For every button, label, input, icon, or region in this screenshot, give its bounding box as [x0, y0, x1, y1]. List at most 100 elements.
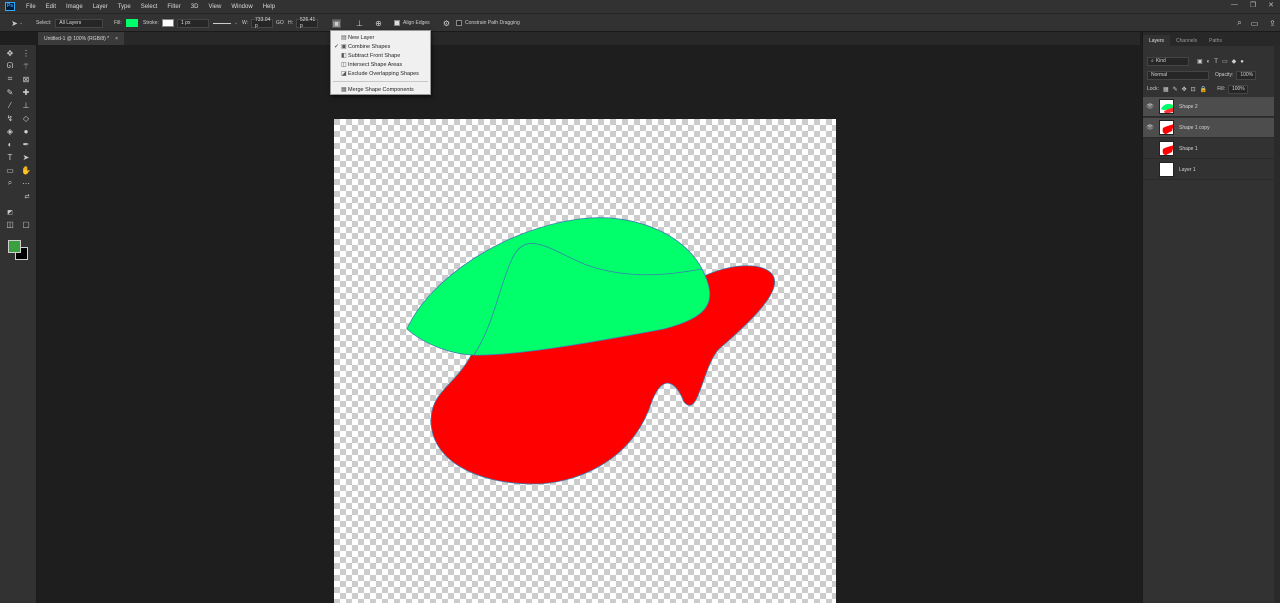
- visibility-eye-icon[interactable]: 👁: [1143, 103, 1157, 110]
- menu-edit[interactable]: Edit: [41, 4, 61, 10]
- workspace-icon[interactable]: ▭: [1250, 17, 1259, 29]
- more-tools-icon[interactable]: ⋯: [21, 178, 31, 188]
- blur-tool-icon[interactable]: ●: [21, 126, 31, 136]
- opacity-label: Opacity:: [1215, 72, 1234, 78]
- layer-name: Shape 1 copy: [1179, 124, 1210, 131]
- default-colors-icon[interactable]: ◩: [5, 207, 15, 217]
- path-operations-button[interactable]: ▣: [332, 17, 341, 29]
- visibility-eye-icon[interactable]: 👁: [1143, 124, 1157, 131]
- menu-item-subtract-front-shape[interactable]: ◧ Subtract Front Shape: [331, 51, 430, 60]
- close-button[interactable]: ✕: [1268, 1, 1274, 9]
- constrain-path-checkbox[interactable]: [456, 20, 462, 26]
- layer-row-shape-2[interactable]: 👁 Shape 2: [1143, 97, 1280, 117]
- restore-button[interactable]: ❐: [1250, 1, 1256, 9]
- tab-layers[interactable]: Layers: [1143, 35, 1171, 46]
- share-icon[interactable]: ⇪: [1268, 17, 1277, 29]
- menu-item-combine-shapes[interactable]: ✓ ▣ Combine Shapes: [331, 42, 430, 51]
- fill-swatch[interactable]: [125, 19, 138, 27]
- document-tab[interactable]: Untitled-1 @ 100% (RGB/8) * ×: [38, 32, 125, 45]
- menu-type[interactable]: Type: [113, 4, 136, 10]
- layer-row-shape-1[interactable]: Shape 1: [1143, 139, 1280, 159]
- stroke-swatch[interactable]: [161, 19, 174, 27]
- menu-layer[interactable]: Layer: [88, 4, 113, 10]
- move-tool-icon[interactable]: ✥: [5, 48, 15, 58]
- path-select-tool-icon[interactable]: ➤ ⌄: [10, 17, 23, 29]
- path-selection-tool-icon[interactable]: ➤: [21, 152, 31, 162]
- intersect-icon: ◫: [341, 62, 347, 68]
- stroke-label: Stroke:: [143, 20, 159, 26]
- align-edges-checkbox[interactable]: [394, 20, 400, 26]
- menu-3d[interactable]: 3D: [186, 4, 204, 10]
- menu-item-new-layer[interactable]: ▤ New Layer: [331, 33, 430, 42]
- layer-row-shape-1-copy[interactable]: 👁 Shape 1 copy: [1143, 118, 1280, 138]
- select-layers-dropdown[interactable]: All Layers: [55, 18, 104, 28]
- tab-channels[interactable]: Channels: [1170, 35, 1203, 46]
- brush-tool-icon[interactable]: ⁄: [5, 100, 15, 110]
- path-arrangement-icon[interactable]: ⊕: [374, 17, 383, 29]
- menu-bar: Ps File Edit Image Layer Type Select Fil…: [0, 0, 1280, 13]
- eraser-tool-icon[interactable]: ◇: [21, 113, 31, 123]
- menu-image[interactable]: Image: [61, 4, 88, 10]
- subtract-front-icon: ◧: [341, 53, 347, 59]
- layer-row-layer-1[interactable]: Layer 1: [1143, 160, 1280, 180]
- pen-tool-icon[interactable]: ✒: [21, 139, 31, 149]
- menu-item-merge-shape-components[interactable]: ▦ Merge Shape Components: [331, 85, 430, 94]
- document-tab-title: Untitled-1 @ 100% (RGB/8) *: [44, 35, 110, 42]
- stroke-width-field[interactable]: 1 px: [177, 18, 209, 28]
- link-dimensions-icon[interactable]: GO: [276, 20, 284, 26]
- artboard-tool-icon[interactable]: ⋮: [21, 48, 31, 58]
- menu-select[interactable]: Select: [136, 4, 163, 10]
- tab-paths[interactable]: Paths: [1203, 35, 1228, 46]
- photoshop-logo: Ps: [5, 2, 15, 11]
- foreground-color[interactable]: [8, 240, 21, 253]
- quick-mask-icon[interactable]: ◫: [5, 219, 15, 229]
- blend-mode-dropdown[interactable]: Normal: [1147, 70, 1209, 80]
- height-field[interactable]: 526.41 p: [296, 17, 318, 29]
- menu-help[interactable]: Help: [258, 4, 280, 10]
- menu-item-exclude-overlapping[interactable]: ◪ Exclude Overlapping Shapes: [331, 69, 430, 78]
- settings-gear-icon[interactable]: ⚙: [442, 17, 451, 29]
- dodge-tool-icon[interactable]: ◐: [5, 139, 15, 149]
- lasso-tool-icon[interactable]: ᘏ: [5, 61, 15, 71]
- panel-tabs: Layers Channels Paths: [1143, 32, 1280, 46]
- fill-field[interactable]: 100%: [1227, 84, 1248, 94]
- layer-name: Layer 1: [1179, 166, 1196, 173]
- merge-components-icon: ▦: [341, 87, 347, 93]
- frame-tool-icon[interactable]: ⊠: [21, 74, 31, 84]
- type-tool-icon[interactable]: T: [5, 152, 15, 162]
- constrain-path-label: Constrain Path Dragging: [465, 20, 520, 26]
- history-brush-tool-icon[interactable]: ↯: [5, 113, 15, 123]
- clone-stamp-tool-icon[interactable]: ⊥: [21, 100, 31, 110]
- search-icon[interactable]: ⌕: [1235, 17, 1244, 29]
- menu-filter[interactable]: Filter: [162, 4, 185, 10]
- eyedropper-tool-icon[interactable]: ✎: [5, 87, 15, 97]
- close-tab-icon[interactable]: ×: [115, 36, 118, 42]
- zoom-tool-icon[interactable]: ⌕: [5, 178, 15, 188]
- menu-view[interactable]: View: [203, 4, 226, 10]
- document-canvas[interactable]: [334, 119, 836, 603]
- crop-tool-icon[interactable]: ⌗: [5, 74, 15, 84]
- magic-wand-tool-icon[interactable]: ⚚: [21, 61, 31, 71]
- hand-tool-icon[interactable]: ✋: [21, 165, 31, 175]
- screen-mode-icon[interactable]: ▢: [21, 219, 31, 229]
- spot-healing-tool-icon[interactable]: ✚: [21, 87, 31, 97]
- layer-filter-icons[interactable]: ▣◐T▭◆●: [1197, 58, 1248, 65]
- gradient-tool-icon[interactable]: ◈: [5, 126, 15, 136]
- kind-filter-dropdown[interactable]: ⌕ Kind: [1147, 56, 1189, 66]
- opacity-field[interactable]: 100%: [1236, 70, 1257, 80]
- fill-label: Fill:: [1217, 86, 1225, 92]
- minimize-button[interactable]: —: [1231, 1, 1238, 9]
- menu-item-intersect-shape-areas[interactable]: ◫ Intersect Shape Areas: [331, 60, 430, 69]
- menu-separator: [333, 81, 428, 82]
- stroke-type-dropdown[interactable]: ⌄: [213, 17, 238, 29]
- path-alignment-icon[interactable]: ⊥: [355, 17, 364, 29]
- width-field[interactable]: 733.04 p: [251, 17, 274, 29]
- window-controls: — ❐ ✕: [1231, 1, 1274, 9]
- swap-colors-icon[interactable]: ⇄: [22, 191, 32, 201]
- rectangle-tool-icon[interactable]: ▭: [5, 165, 15, 175]
- menu-file[interactable]: File: [21, 4, 41, 10]
- lock-icons[interactable]: ▦✎✥⊡🔒: [1163, 86, 1211, 93]
- panel-scrollbar[interactable]: [1274, 45, 1280, 603]
- document-tab-bar: Untitled-1 @ 100% (RGB/8) * ×: [38, 32, 1140, 45]
- menu-window[interactable]: Window: [226, 4, 257, 10]
